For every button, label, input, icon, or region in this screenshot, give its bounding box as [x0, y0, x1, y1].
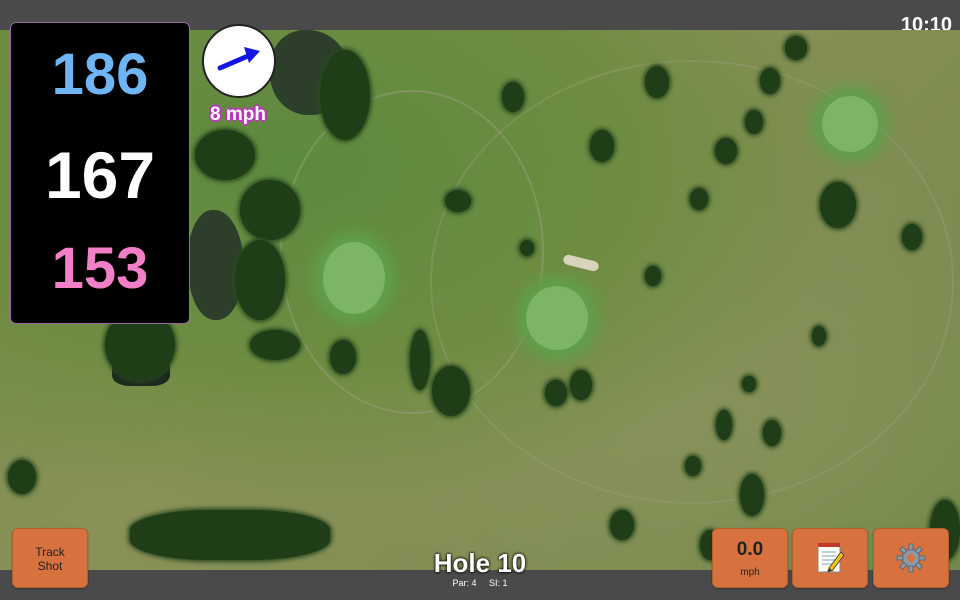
track-shot-label: Track Shot	[35, 545, 65, 573]
tree	[685, 456, 701, 476]
tree	[545, 380, 567, 406]
middle-distance: 167	[44, 138, 156, 212]
tree	[445, 190, 471, 212]
tree	[716, 410, 732, 440]
distance-panel: 186 167 153	[10, 22, 190, 324]
gear-icon	[896, 543, 926, 573]
tree	[763, 420, 781, 446]
tree	[330, 340, 356, 374]
back-distance: 186	[51, 42, 149, 107]
speed-value: 0.0	[736, 539, 764, 560]
tree	[590, 130, 614, 162]
hole-info: Par: 4 SI: 1	[380, 578, 580, 588]
notes-button[interactable]	[792, 528, 868, 588]
tree	[240, 180, 300, 240]
tree	[195, 130, 255, 180]
tree	[610, 510, 634, 540]
tree	[745, 110, 763, 134]
notepad-icon	[817, 543, 845, 573]
putting-green	[323, 242, 385, 314]
tree	[820, 182, 856, 228]
tree	[785, 36, 807, 60]
tree	[645, 266, 661, 286]
tree	[740, 474, 764, 516]
hole-par: Par: 4	[452, 578, 477, 588]
track-shot-button[interactable]: Track Shot	[12, 528, 88, 588]
hole-title: Hole 10	[433, 548, 527, 578]
tree	[570, 370, 592, 400]
tree	[760, 68, 780, 94]
putting-green	[822, 96, 878, 152]
tree	[8, 460, 36, 494]
tree	[235, 240, 285, 320]
tree	[320, 50, 370, 140]
tree	[812, 326, 826, 346]
tree	[902, 224, 922, 250]
putting-green	[526, 286, 588, 350]
speed-button[interactable]: 0.0 mph	[712, 528, 788, 588]
tree	[715, 138, 737, 164]
tree	[250, 330, 300, 360]
arrow-right-up-icon	[217, 47, 260, 71]
tree	[645, 66, 669, 98]
front-distance: 153	[51, 236, 149, 301]
tree	[520, 240, 534, 256]
tree	[432, 366, 470, 416]
speed-unit: mph	[740, 567, 760, 578]
wind-compass	[202, 24, 276, 98]
tree	[130, 510, 330, 560]
tree	[410, 330, 430, 390]
settings-button[interactable]	[873, 528, 949, 588]
tree	[502, 82, 524, 112]
wind-speed: 8 mph	[210, 104, 266, 125]
hole-stroke-index: SI: 1	[489, 578, 508, 588]
tree	[690, 188, 708, 210]
tree	[742, 376, 756, 392]
